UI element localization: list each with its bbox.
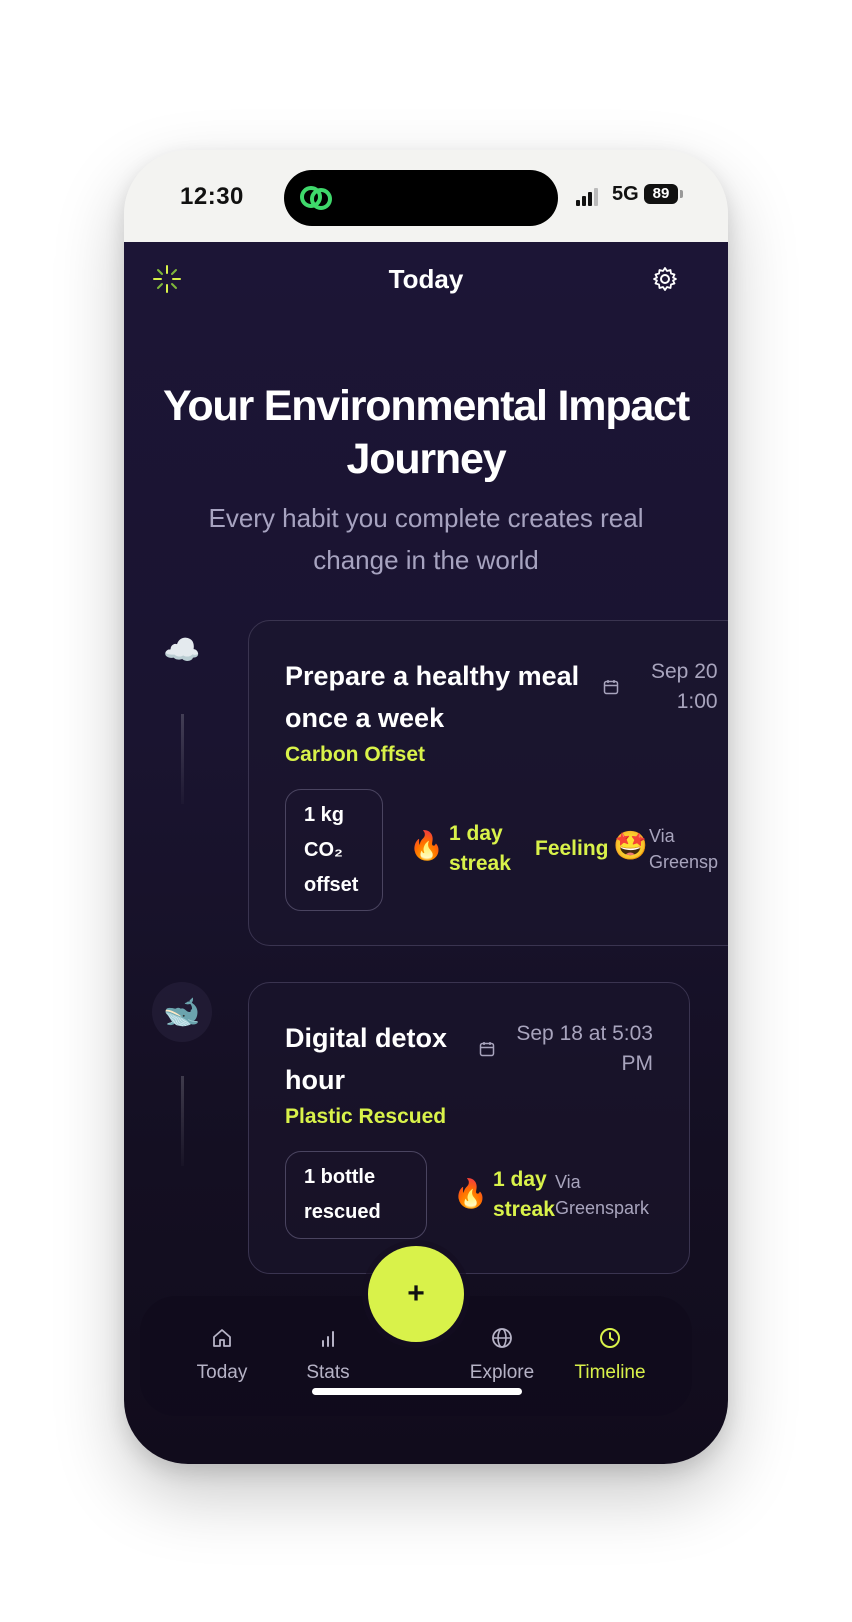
hero-title-line: Your Environmental Impact xyxy=(163,382,690,430)
card-title: Digital detox hour xyxy=(285,1017,447,1101)
app-screen: Today Your Environmental Impact Journey … xyxy=(124,242,728,1464)
tab-timeline[interactable]: Timeline xyxy=(560,1326,660,1384)
timeline-card[interactable]: Digital detox hour Sep 18 at 5:03 PM Pla… xyxy=(248,982,690,1274)
page-title: Today xyxy=(388,264,464,294)
feeling-emoji: 🤩 xyxy=(613,830,648,861)
streak-line: 1 day xyxy=(493,1168,547,1191)
impact-line: 1 bottle xyxy=(304,1166,376,1188)
timeline-card[interactable]: Prepare a healthy meal once a week Sep 2… xyxy=(248,620,728,946)
card-title-line: Digital detox xyxy=(285,1023,448,1053)
via-line: Via xyxy=(649,826,675,846)
home-icon xyxy=(213,1329,231,1347)
feeling-label: Feeling xyxy=(535,837,609,860)
phone-frame: 12:30 5G 89 Today Your Environmental Imp… xyxy=(124,150,728,1464)
fire-icon: 🔥 xyxy=(409,830,444,861)
battery-icon: 89 xyxy=(644,184,678,204)
card-category: Carbon Offset xyxy=(285,743,426,766)
via-line: Greensp xyxy=(649,852,719,872)
card-title: Prepare a healthy meal once a week xyxy=(285,655,579,739)
via-line: Via xyxy=(555,1172,581,1192)
card-date: Sep 18 at 5:03 PM xyxy=(516,1019,653,1079)
impact-line: 1 kg xyxy=(304,804,345,826)
card-date-line: Sep 18 at 5:03 xyxy=(516,1022,653,1045)
calendar-icon xyxy=(603,680,619,695)
streak-line: streak xyxy=(493,1198,555,1221)
cloud-icon: ☁️ xyxy=(163,633,201,667)
streak-line: streak xyxy=(449,852,511,875)
card-title-line: Prepare a healthy meal xyxy=(285,661,580,691)
impact-line: rescued xyxy=(304,1201,381,1223)
card-date: Sep 20 1:00 xyxy=(651,657,718,717)
impact-line: CO₂ xyxy=(304,839,343,861)
hero-title: Your Environmental Impact Journey xyxy=(134,380,718,486)
timeline-connector xyxy=(181,714,184,804)
bar-chart-icon xyxy=(322,1331,334,1347)
impact-line: offset xyxy=(304,874,359,896)
tab-stats[interactable]: Stats xyxy=(278,1326,378,1384)
clock-icon xyxy=(600,1328,620,1348)
app-link-icon xyxy=(300,186,332,210)
tab-label: Timeline xyxy=(574,1362,646,1383)
network-label: 5G xyxy=(612,183,639,205)
streak-label: 1 day streak xyxy=(493,1165,555,1225)
impact-pill: 1 kg CO₂ offset xyxy=(285,789,383,911)
add-habit-button[interactable]: + xyxy=(368,1246,464,1342)
card-title-line: once a week xyxy=(285,703,445,733)
fire-icon: 🔥 xyxy=(453,1178,488,1209)
gear-icon[interactable] xyxy=(652,266,678,292)
tab-explore[interactable]: Explore xyxy=(452,1326,552,1384)
hero-title-line: Journey xyxy=(346,435,507,483)
signal-icon xyxy=(576,188,598,206)
card-title-line: hour xyxy=(285,1065,345,1095)
impact-pill: 1 bottle rescued xyxy=(285,1151,427,1239)
globe-icon xyxy=(492,1328,512,1348)
whale-icon: 🐋 xyxy=(152,982,212,1042)
tab-label: Explore xyxy=(469,1362,535,1383)
hero-subtitle-line: Every habit you complete creates real xyxy=(208,503,644,533)
streak-label: 1 day streak xyxy=(449,819,511,879)
tab-label: Stats xyxy=(306,1362,350,1383)
calendar-icon xyxy=(479,1042,495,1057)
via-label: Via Greenspark xyxy=(555,1169,649,1221)
card-date-line: 1:00 xyxy=(676,690,718,713)
hero-subtitle-line: change in the world xyxy=(313,545,539,575)
timeline-connector xyxy=(181,1076,184,1166)
hero-subtitle: Every habit you complete creates real ch… xyxy=(174,497,678,581)
streak-line: 1 day xyxy=(449,822,503,845)
card-date-line: Sep 20 xyxy=(651,660,718,683)
card-date-line: PM xyxy=(621,1052,654,1075)
status-bar: 12:30 5G 89 xyxy=(124,150,728,242)
status-time: 12:30 xyxy=(180,183,244,210)
card-category: Plastic Rescued xyxy=(285,1105,447,1128)
dynamic-island xyxy=(284,170,558,226)
tab-today[interactable]: Today xyxy=(172,1326,272,1384)
home-indicator xyxy=(312,1388,522,1395)
battery-tip xyxy=(680,190,683,198)
tab-label: Today xyxy=(196,1362,248,1383)
via-label: Via Greensp xyxy=(649,823,718,875)
via-line: Greenspark xyxy=(555,1198,650,1218)
